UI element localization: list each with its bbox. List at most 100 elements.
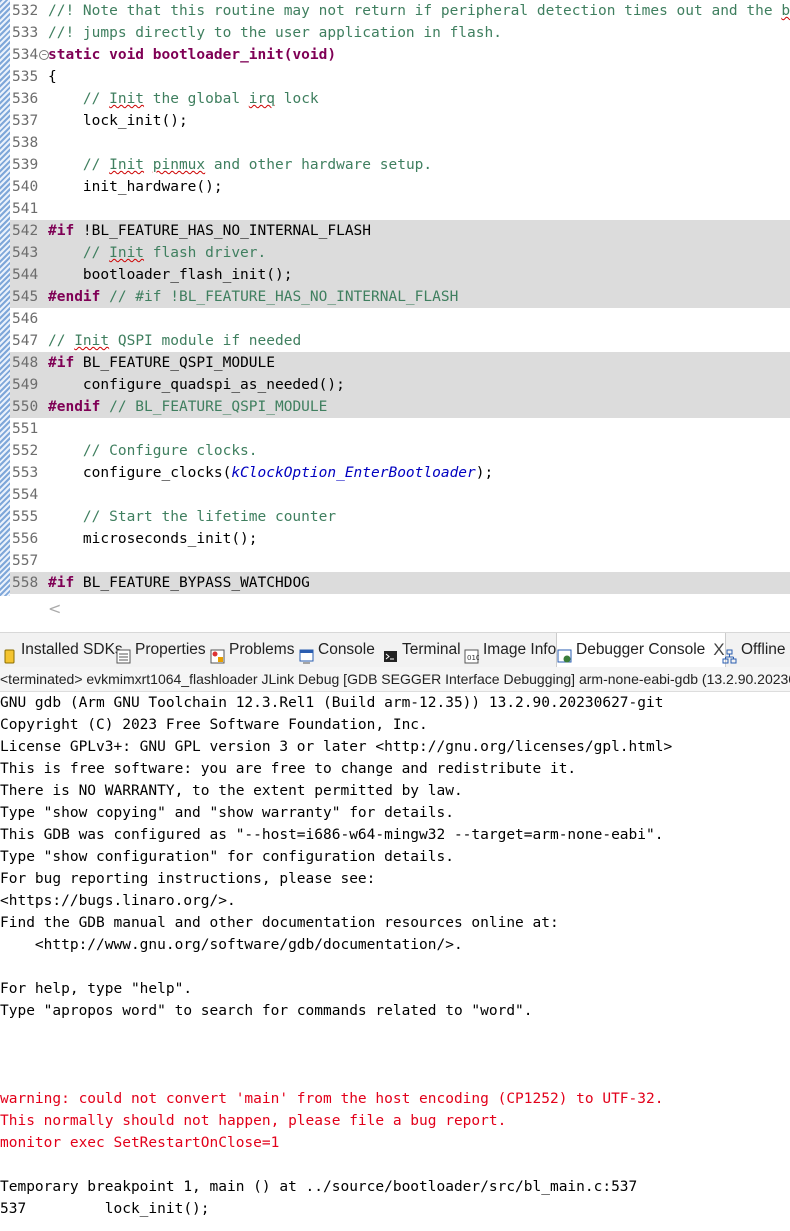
code-token: // Configure clocks. <box>48 443 258 459</box>
code-token: bootloader_flash_init(); <box>48 267 293 283</box>
code-token: lock_init(); <box>48 113 188 129</box>
tab-label: Terminal <box>402 641 461 658</box>
line-number-text: 543 <box>12 245 39 261</box>
code-line: 543 // Init flash driver. <box>10 242 790 264</box>
code-line: 545 #endif // #if !BL_FEATURE_HAS_NO_INTE… <box>10 286 790 308</box>
code-token: Init <box>74 333 110 349</box>
line-number: 552 <box>12 440 44 462</box>
tab-terminal[interactable]: Terminal <box>383 633 461 667</box>
tab-installed-sdks[interactable]: Installed SDKs <box>2 633 123 667</box>
properties-icon <box>116 643 131 663</box>
code-text: #if !BL_FEATURE_HAS_NO_INTERNAL_FLASH <box>48 220 371 242</box>
console-line: Type "show configuration" for configurat… <box>0 849 454 865</box>
code-token: ); <box>475 465 494 481</box>
code-line: 549 configure_quadspi_as_needed(); <box>10 374 790 396</box>
code-token: configure_clocks( <box>48 465 232 481</box>
code-text: //! Note that this routine may not retur… <box>48 0 790 22</box>
code-token: #endif <box>48 399 101 415</box>
code-line: 540 init_hardware(); <box>10 176 790 198</box>
line-number-text: 553 <box>12 465 39 481</box>
line-number: 532 <box>12 0 44 22</box>
code-line: 554 <box>10 484 790 506</box>
tab-problems[interactable]: Problems <box>210 633 294 667</box>
code-token: !BL_FEATURE_HAS_NO_INTERNAL_FLASH <box>74 223 372 239</box>
code-token: Init <box>109 91 145 107</box>
tab-label: Offline <box>741 641 786 658</box>
line-number-text: 548 <box>12 355 39 371</box>
console-error-line: warning: could not convert 'main' from t… <box>0 1091 664 1107</box>
code-editor[interactable]: 532 //! Note that this routine may not re… <box>0 0 790 624</box>
line-number: 542 <box>12 220 44 242</box>
code-line: 535 { <box>10 66 790 88</box>
console-line: There is NO WARRANTY, to the extent perm… <box>0 783 463 799</box>
console-header: <terminated> evkmimxrt1064_flashloader J… <box>0 667 790 692</box>
code-token: lock <box>275 91 319 107</box>
line-number: 557 <box>12 550 44 572</box>
tab-label: Properties <box>135 641 206 658</box>
code-text: { <box>48 66 57 88</box>
line-number: 540 <box>12 176 44 198</box>
overview-ruler <box>0 0 10 596</box>
line-number: 537 <box>12 110 44 132</box>
line-number: 546 <box>12 308 44 330</box>
line-number: 533 <box>12 22 44 44</box>
line-number: 545 <box>12 286 44 308</box>
code-token: // BL_FEATURE_QSPI_MODULE <box>100 399 328 415</box>
line-number: 538 <box>12 132 44 154</box>
code-line: 558 #if BL_FEATURE_BYPASS_WATCHDOG <box>10 572 790 594</box>
tab-console[interactable]: Console <box>299 633 375 667</box>
code-line: 539 // Init pinmux and other hardware se… <box>10 154 790 176</box>
console-line: Type "apropos word" to search for comman… <box>0 1003 533 1019</box>
code-token: // #if !BL_FEATURE_HAS_NO_INTERNAL_FLASH <box>100 289 459 305</box>
code-line: 544 bootloader_flash_init(); <box>10 264 790 286</box>
code-token: bootloader <box>781 3 790 19</box>
line-number: 558 <box>12 572 44 594</box>
line-number: 555 <box>12 506 44 528</box>
terminal-icon <box>383 643 398 662</box>
code-line: 532 //! Note that this routine may not re… <box>10 0 790 22</box>
code-token: BL_FEATURE_QSPI_MODULE <box>74 355 275 371</box>
console-line: Type "show copying" and "show warranty" … <box>0 805 454 821</box>
code-line: 548 #if BL_FEATURE_QSPI_MODULE <box>10 352 790 374</box>
tab-label: Console <box>318 641 375 658</box>
code-token: // <box>48 333 75 349</box>
tab-properties[interactable]: Properties <box>116 633 206 667</box>
horizontal-scrollbar[interactable]: < <box>0 597 790 623</box>
line-number-text: 542 <box>12 223 39 239</box>
line-number-text: 532 <box>12 3 39 19</box>
offline-icon <box>722 643 737 663</box>
line-number-text: 547 <box>12 333 39 349</box>
tab-offline[interactable]: Offline <box>722 633 786 667</box>
view-tab-bar: Installed SDKs Properties Problems Console T… <box>0 632 790 667</box>
image-info-icon: 010 <box>464 643 480 663</box>
code-line: 536 // Init the global irq lock <box>10 88 790 110</box>
code-line: 546 <box>10 308 790 330</box>
console-line: GNU gdb (Arm GNU Toolchain 12.3.Rel1 (Bu… <box>0 695 664 711</box>
debugger-console-view[interactable]: <terminated> evkmimxrt1064_flashloader J… <box>0 667 790 1231</box>
console-error-line: This normally should not happen, please … <box>0 1113 507 1129</box>
code-text: // Init pinmux and other hardware setup. <box>48 154 432 176</box>
line-number-text: 536 <box>12 91 39 107</box>
line-number-text: 541 <box>12 201 39 217</box>
tab-debugger-console[interactable]: Debugger Console X <box>556 633 726 667</box>
line-number: 544 <box>12 264 44 286</box>
scroll-left-arrow-icon[interactable]: < <box>48 599 61 618</box>
line-number-text: 546 <box>12 311 39 327</box>
code-text: configure_clocks(kClockOption_EnterBootl… <box>48 462 493 484</box>
code-token: #if <box>48 575 75 591</box>
code-token: Init <box>109 157 145 173</box>
code-text: #if BL_FEATURE_QSPI_MODULE <box>48 352 275 374</box>
code-token: BL_FEATURE_BYPASS_WATCHDOG <box>74 575 310 591</box>
code-text: configure_quadspi_as_needed(); <box>48 374 345 396</box>
tab-image-info[interactable]: 010 Image Info <box>464 633 556 667</box>
console-line: This GDB was configured as "--host=i686-… <box>0 827 664 843</box>
code-line: 538 <box>10 132 790 154</box>
code-text: // Init the global irq lock <box>48 88 319 110</box>
line-number-text: 551 <box>12 421 39 437</box>
code-line: 557 <box>10 550 790 572</box>
code-line: 547 // Init QSPI module if needed <box>10 330 790 352</box>
code-text: bootloader_flash_init(); <box>48 264 293 286</box>
code-text: // Init flash driver. <box>48 242 266 264</box>
code-token: configure_quadspi_as_needed(); <box>48 377 345 393</box>
